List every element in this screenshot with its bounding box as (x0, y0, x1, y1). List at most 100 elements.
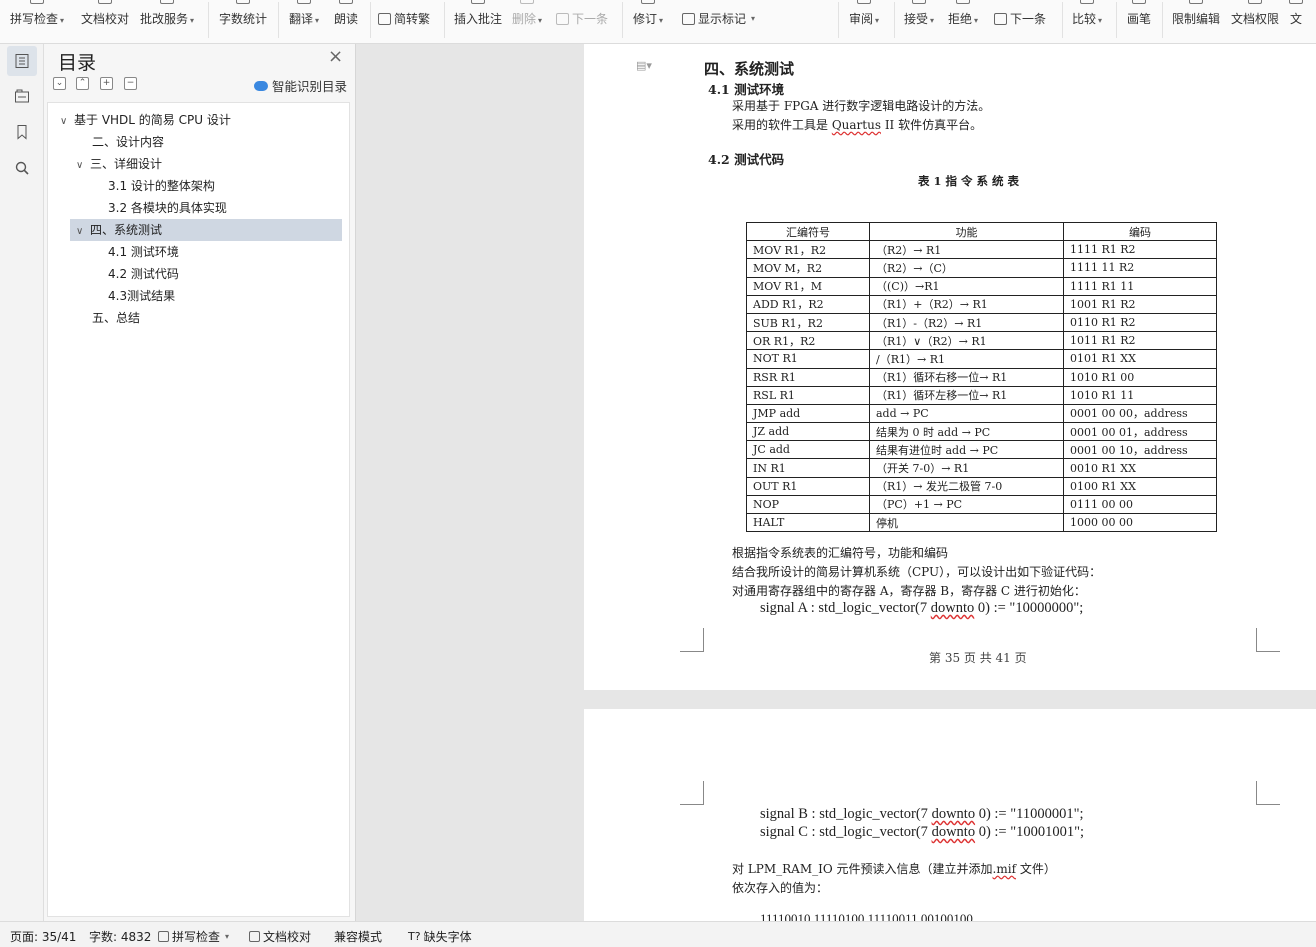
review-button[interactable]: 审阅 ▾ (849, 0, 879, 40)
search-icon[interactable] (7, 153, 37, 183)
font-icon: T? (408, 930, 421, 943)
compare-icon (1080, 0, 1095, 4)
next-change-button[interactable]: 下一条 (994, 10, 1046, 27)
table-row: RSL R1 （R1）循环左移一位→ R1 1010 R1 11 (746, 385, 1217, 405)
reject-icon (956, 0, 971, 4)
table-cell: MOV R1，R2 (746, 240, 870, 260)
table-cell: （PC）+1 → PC (869, 494, 1064, 515)
chapter-nav-icon[interactable] (7, 81, 37, 111)
toc-title: 目录 (58, 52, 97, 74)
smart-toc-button[interactable]: 智能识别目录 (254, 76, 347, 95)
share-button[interactable]: 文 (1289, 0, 1303, 40)
restrict-edit-button[interactable]: 限制编辑 (1172, 0, 1220, 40)
table-cell: 1010 R1 11 (1063, 385, 1217, 405)
page-footer: 第 35 页 共 41 页 (929, 651, 1027, 665)
insert-comment-button[interactable]: 插入批注 (454, 0, 502, 40)
chevron-down-icon[interactable]: ∨ (76, 221, 90, 243)
doc-proof-button[interactable]: 文档校对 (81, 0, 129, 40)
toc-item[interactable]: 4.1 测试环境 (108, 241, 179, 263)
body-text: 结合我所设计的简易计算机系统（CPU），可以设计出如下验证代码： (732, 565, 1102, 579)
pen-button[interactable]: 画笔 (1127, 0, 1151, 40)
status-bar: 页面: 35/41 字数: 4832 拼写检查 ▾ 文档校对 兼容模式 T? 缺失字… (0, 921, 1316, 947)
accept-button[interactable]: 接受 ▾ (904, 0, 934, 40)
revise-icon (641, 0, 656, 4)
show-marks-dropdown[interactable]: 显示标记 ▾ (682, 10, 755, 27)
simp-trad-button[interactable]: 简转繁 (378, 10, 430, 27)
table-row: SUB R1，R2 （R1）-（R2）→ R1 0110 R1 R2 (746, 312, 1217, 333)
remove-level-icon[interactable]: − (124, 77, 137, 90)
document-page[interactable]: signal B : std_logic_vector(7 downto 0) … (584, 709, 1316, 921)
table-cell: 0010 R1 XX (1063, 458, 1217, 478)
batch-service-icon (160, 0, 175, 4)
body-text: 采用的软件工具是 Quartus II 软件仿真平台。 (732, 118, 983, 132)
add-level-icon[interactable]: + (100, 77, 113, 90)
body-text: 对通用寄存器组中的寄存器 A，寄存器 B，寄存器 C 进行初始化： (732, 584, 1086, 598)
spell-check-button[interactable]: 拼写检查 ▾ (10, 0, 64, 40)
collapse-all-icon[interactable]: ⌄ (53, 77, 66, 90)
toc-item[interactable]: 3.2 各模块的具体实现 (108, 197, 227, 219)
simp-trad-icon (378, 12, 391, 25)
toc-item[interactable]: 3.1 设计的整体架构 (108, 175, 215, 197)
table-cell: 0100 R1 XX (1063, 476, 1217, 496)
show-marks-icon (682, 12, 695, 25)
doc-proof-status[interactable]: 文档校对 (249, 928, 311, 945)
doc-permission-button[interactable]: 文档权限 (1231, 0, 1279, 40)
compare-button[interactable]: 比较 ▾ (1072, 0, 1102, 40)
word-count-button[interactable]: 字数统计 (219, 0, 267, 40)
table-cell: （开关 7-0）→ R1 (869, 458, 1064, 478)
document-page[interactable]: ▤▾ 四、系统测试 4.1 测试环境 采用基于 FPGA 进行数字逻辑电路设计的… (584, 44, 1316, 690)
toc-item[interactable]: 五、总结 (92, 307, 140, 329)
toc-item-selected[interactable]: ∨ 四、系统测试 (70, 219, 342, 241)
table-cell: 0001 00 01，address (1063, 422, 1217, 442)
subsection-heading: 4.2 测试代码 (708, 152, 785, 167)
bookmark-icon[interactable] (7, 117, 37, 147)
table-cell: MOV M，R2 (746, 258, 870, 278)
word-count-indicator[interactable]: 字数: 4832 (89, 928, 151, 945)
next-comment-button[interactable]: 下一条 (556, 10, 608, 27)
table-cell: 1000 00 00 (1063, 512, 1217, 533)
table-header-cell: 汇编符号 (746, 221, 870, 242)
table-row: ADD R1，R2 （R1）+（R2）→ R1 1001 R1 R2 (746, 294, 1217, 314)
chevron-down-icon[interactable]: ∨ (76, 155, 90, 177)
share-icon (1289, 0, 1303, 4)
document-area[interactable]: ▤▾ 四、系统测试 4.1 测试环境 采用基于 FPGA 进行数字逻辑电路设计的… (356, 44, 1316, 921)
compat-mode-status[interactable]: 兼容模式 (334, 928, 382, 945)
chevron-down-icon[interactable]: ∨ (60, 111, 74, 133)
read-aloud-button[interactable]: 朗读 (334, 0, 358, 40)
page-indicator[interactable]: 页面: 35/41 (10, 928, 76, 945)
table-cell: （(C)）→R1 (869, 276, 1064, 296)
table-header-cell: 编码 (1063, 221, 1217, 242)
translate-button[interactable]: 翻译 ▾ (289, 0, 319, 40)
table-row: NOT R1/（R1）→ R1 0101 R1 XX (746, 349, 1217, 369)
table-cell: 0101 R1 XX (1063, 349, 1217, 369)
table-caption: 表 1 指 令 系 统 表 (918, 174, 1020, 188)
table-row: NOP （PC）+1 → PC 0111 00 00 (746, 494, 1217, 515)
toc-item[interactable]: ∨ 三、详细设计 (76, 153, 162, 175)
body-text: 根据指令系统表的汇编符号，功能和编码 (732, 546, 949, 560)
revise-button[interactable]: 修订 ▾ (633, 0, 663, 40)
delete-comment-button[interactable]: 删除 ▾ (512, 0, 542, 40)
missing-font-status[interactable]: T? 缺失字体 (408, 928, 472, 945)
expand-up-icon[interactable]: ⌃ (76, 77, 89, 90)
toc-item[interactable]: ∨ 基于 VHDL 的简易 CPU 设计 (60, 109, 340, 131)
toc-item[interactable]: 二、设计内容 (92, 131, 164, 153)
crop-mark (680, 781, 704, 805)
reject-button[interactable]: 拒绝 ▾ (948, 0, 978, 40)
table-cell: 0111 00 00 (1063, 494, 1217, 515)
toc-item[interactable]: 4.3测试结果 (108, 285, 175, 307)
table-cell: /（R1）→ R1 (869, 349, 1064, 369)
batch-service-button[interactable]: 批改服务 ▾ (140, 0, 194, 40)
toc-item[interactable]: 4.2 测试代码 (108, 263, 179, 285)
close-icon[interactable]: × (328, 46, 343, 67)
crop-mark (680, 628, 704, 652)
table-cell: 0110 R1 R2 (1063, 312, 1217, 333)
toc-panel: 目录 × ⌄ ⌃ + − 智能识别目录 ∨ 基于 VHDL 的简易 CPU 设计 … (44, 44, 356, 921)
table-cell: OUT R1 (746, 476, 870, 496)
table-cell: （R2）→ R1 (869, 240, 1064, 260)
table-cell: 结果有进位时 add → PC (869, 440, 1064, 460)
spell-check-status[interactable]: 拼写检查 ▾ (158, 928, 229, 945)
paragraph-style-icon[interactable]: ▤▾ (636, 59, 658, 75)
ribbon-divider (1116, 2, 1117, 38)
table-cell: JC add (746, 440, 870, 460)
toc-panel-icon[interactable] (7, 46, 37, 76)
